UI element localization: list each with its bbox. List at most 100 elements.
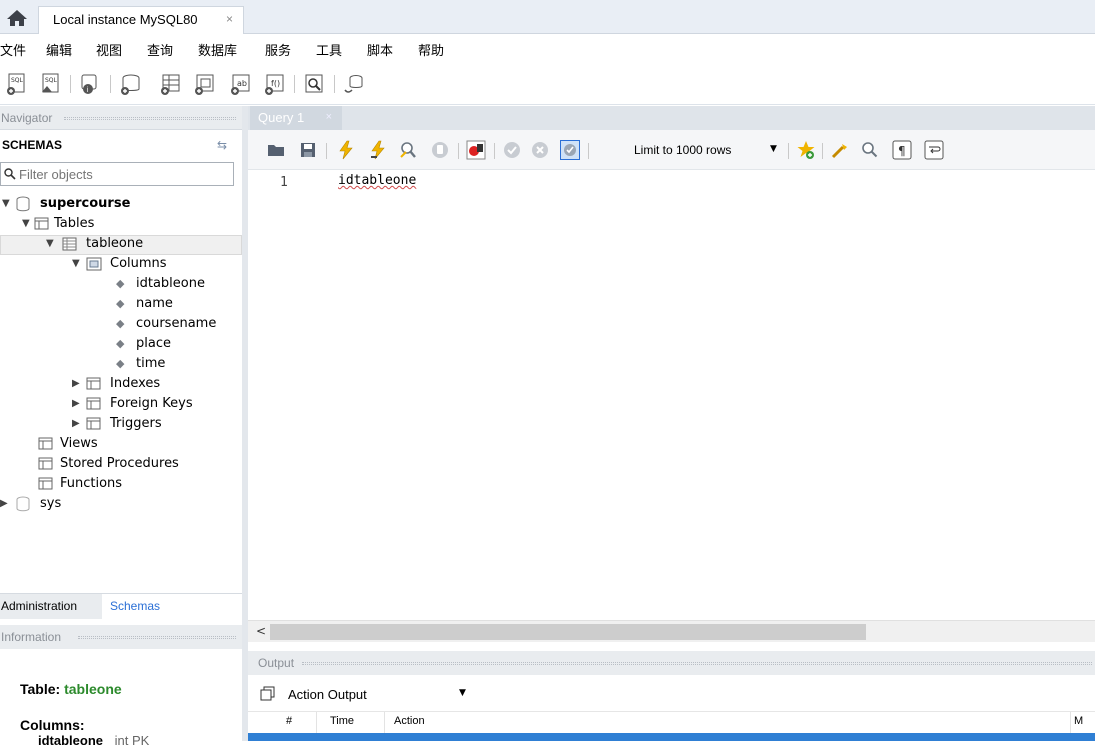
home-icon[interactable] xyxy=(6,8,28,28)
menu-help[interactable]: 帮助 xyxy=(418,40,444,59)
indexes-folder-icon xyxy=(86,377,101,390)
output-header: Output xyxy=(248,651,1095,675)
open-sql-script-icon[interactable]: SQL xyxy=(38,72,62,96)
create-procedure-icon[interactable]: ab xyxy=(228,72,252,96)
sql-editor[interactable]: 1 idtableone xyxy=(248,170,1095,620)
query-tab[interactable]: Query 1 × xyxy=(250,106,342,130)
col-header-time[interactable]: Time xyxy=(330,715,354,727)
connection-tab[interactable]: Local instance MySQL80 × xyxy=(38,6,244,34)
tree-columns[interactable]: ▼ Columns xyxy=(0,255,242,275)
menu-view[interactable]: 视图 xyxy=(96,40,122,59)
tree-column-place[interactable]: ◆ place xyxy=(0,335,242,355)
expand-right-icon[interactable]: ▶ xyxy=(72,398,80,409)
tree-label: Columns xyxy=(110,256,167,271)
scroll-left-icon[interactable]: < xyxy=(256,624,266,638)
refresh-icon[interactable]: ⇆ xyxy=(217,138,227,152)
column-diamond-icon: ◆ xyxy=(116,337,125,350)
create-function-icon[interactable]: f() xyxy=(262,72,286,96)
tree-column-idtableone[interactable]: ◆ idtableone xyxy=(0,275,242,295)
expand-down-icon[interactable]: ▼ xyxy=(2,198,10,209)
tree-stored-procedures[interactable]: Stored Procedures xyxy=(0,455,242,475)
information-title: Information xyxy=(1,630,62,644)
filter-objects-input[interactable] xyxy=(19,165,229,183)
new-sql-tab-icon[interactable]: SQL xyxy=(4,72,28,96)
beautify-icon[interactable] xyxy=(830,140,850,160)
connection-tab-label: Local instance MySQL80 xyxy=(53,12,198,27)
inspector-icon[interactable]: i xyxy=(78,72,102,96)
expand-right-icon[interactable]: ▶ xyxy=(0,498,8,509)
autocommit-icon[interactable] xyxy=(560,140,580,160)
views-folder-icon xyxy=(38,437,53,450)
tab-administration[interactable]: Administration xyxy=(0,594,102,619)
search-table-data-icon[interactable] xyxy=(302,72,326,96)
tree-column-name[interactable]: ◆ name xyxy=(0,295,242,315)
tree-schema-sys[interactable]: ▶ sys xyxy=(0,495,242,515)
tree-triggers[interactable]: ▶ Triggers xyxy=(0,415,242,435)
tree-views[interactable]: Views xyxy=(0,435,242,455)
create-view-icon[interactable] xyxy=(192,72,216,96)
menu-server[interactable]: 服务 xyxy=(265,40,291,59)
output-selected-row[interactable] xyxy=(248,733,1095,741)
tree-column-time[interactable]: ◆ time xyxy=(0,355,242,375)
rollback-icon[interactable] xyxy=(530,140,550,160)
open-folder-icon[interactable] xyxy=(266,140,286,160)
menu-scripting[interactable]: 脚本 xyxy=(367,40,393,59)
navigator-title: Navigator xyxy=(1,111,53,125)
close-tab-icon[interactable]: × xyxy=(326,111,332,123)
limit-rows-select[interactable]: Limit to 1000 rows xyxy=(634,143,731,157)
expand-down-icon[interactable]: ▼ xyxy=(72,258,80,269)
tree-schema-supercourse[interactable]: ▼ supercourse xyxy=(0,195,242,215)
menu-tools[interactable]: 工具 xyxy=(316,40,342,59)
tree-tables[interactable]: ▼ Tables xyxy=(0,215,242,235)
expand-right-icon[interactable]: ▶ xyxy=(72,378,80,389)
tree-table-tableone[interactable]: ▼ tableone xyxy=(0,235,242,255)
reconnect-icon[interactable] xyxy=(342,72,366,96)
execute-current-icon[interactable] xyxy=(368,140,388,160)
table-icon xyxy=(62,237,77,251)
stop-icon[interactable] xyxy=(430,140,450,160)
line-number: 1 xyxy=(280,175,288,190)
save-icon[interactable] xyxy=(298,140,318,160)
tree-column-coursename[interactable]: ◆ coursename xyxy=(0,315,242,335)
triggers-folder-icon xyxy=(86,417,101,430)
execute-icon[interactable] xyxy=(336,140,356,160)
find-icon[interactable] xyxy=(860,140,880,160)
commit-icon[interactable] xyxy=(502,140,522,160)
invisible-chars-icon[interactable]: ¶ xyxy=(892,140,912,160)
scrollbar-thumb[interactable] xyxy=(270,624,866,640)
explain-icon[interactable] xyxy=(398,140,418,160)
col-header-message[interactable]: M xyxy=(1074,715,1083,727)
editor-code-text[interactable]: idtableone xyxy=(338,173,416,188)
tree-indexes[interactable]: ▶ Indexes xyxy=(0,375,242,395)
tree-label: Foreign Keys xyxy=(110,396,193,411)
create-table-icon[interactable] xyxy=(158,72,182,96)
foreign-keys-folder-icon xyxy=(86,397,101,410)
add-snippet-icon[interactable] xyxy=(796,140,816,160)
tree-label: Triggers xyxy=(110,416,162,431)
expand-right-icon[interactable]: ▶ xyxy=(72,418,80,429)
toggle-stop-on-error-icon[interactable] xyxy=(466,140,486,160)
expand-down-icon[interactable]: ▼ xyxy=(22,218,30,229)
word-wrap-icon[interactable] xyxy=(924,140,944,160)
output-type-select[interactable]: Action Output xyxy=(288,687,367,702)
copy-icon[interactable] xyxy=(260,686,276,702)
tab-schemas[interactable]: Schemas xyxy=(102,594,176,619)
close-tab-icon[interactable]: × xyxy=(226,12,233,26)
filter-box[interactable] xyxy=(0,162,234,186)
chevron-down-icon[interactable]: ▼ xyxy=(459,688,466,698)
expand-down-icon[interactable]: ▼ xyxy=(46,238,54,249)
tree-foreign-keys[interactable]: ▶ Foreign Keys xyxy=(0,395,242,415)
col-header-number[interactable]: # xyxy=(286,715,292,727)
chevron-down-icon[interactable]: ▼ xyxy=(770,144,777,154)
col-header-action[interactable]: Action xyxy=(394,715,425,727)
svg-text:¶: ¶ xyxy=(898,144,906,158)
menu-file[interactable]: 文件 xyxy=(0,40,26,59)
horizontal-scrollbar[interactable]: < xyxy=(248,620,1095,642)
tree-label: coursename xyxy=(136,316,217,331)
create-schema-icon[interactable] xyxy=(118,72,142,96)
menu-query[interactable]: 查询 xyxy=(147,40,173,59)
query-tab-label: Query 1 xyxy=(258,110,305,125)
menu-edit[interactable]: 编辑 xyxy=(46,40,72,59)
menu-database[interactable]: 数据库 xyxy=(198,40,237,59)
tree-functions[interactable]: Functions xyxy=(0,475,242,495)
